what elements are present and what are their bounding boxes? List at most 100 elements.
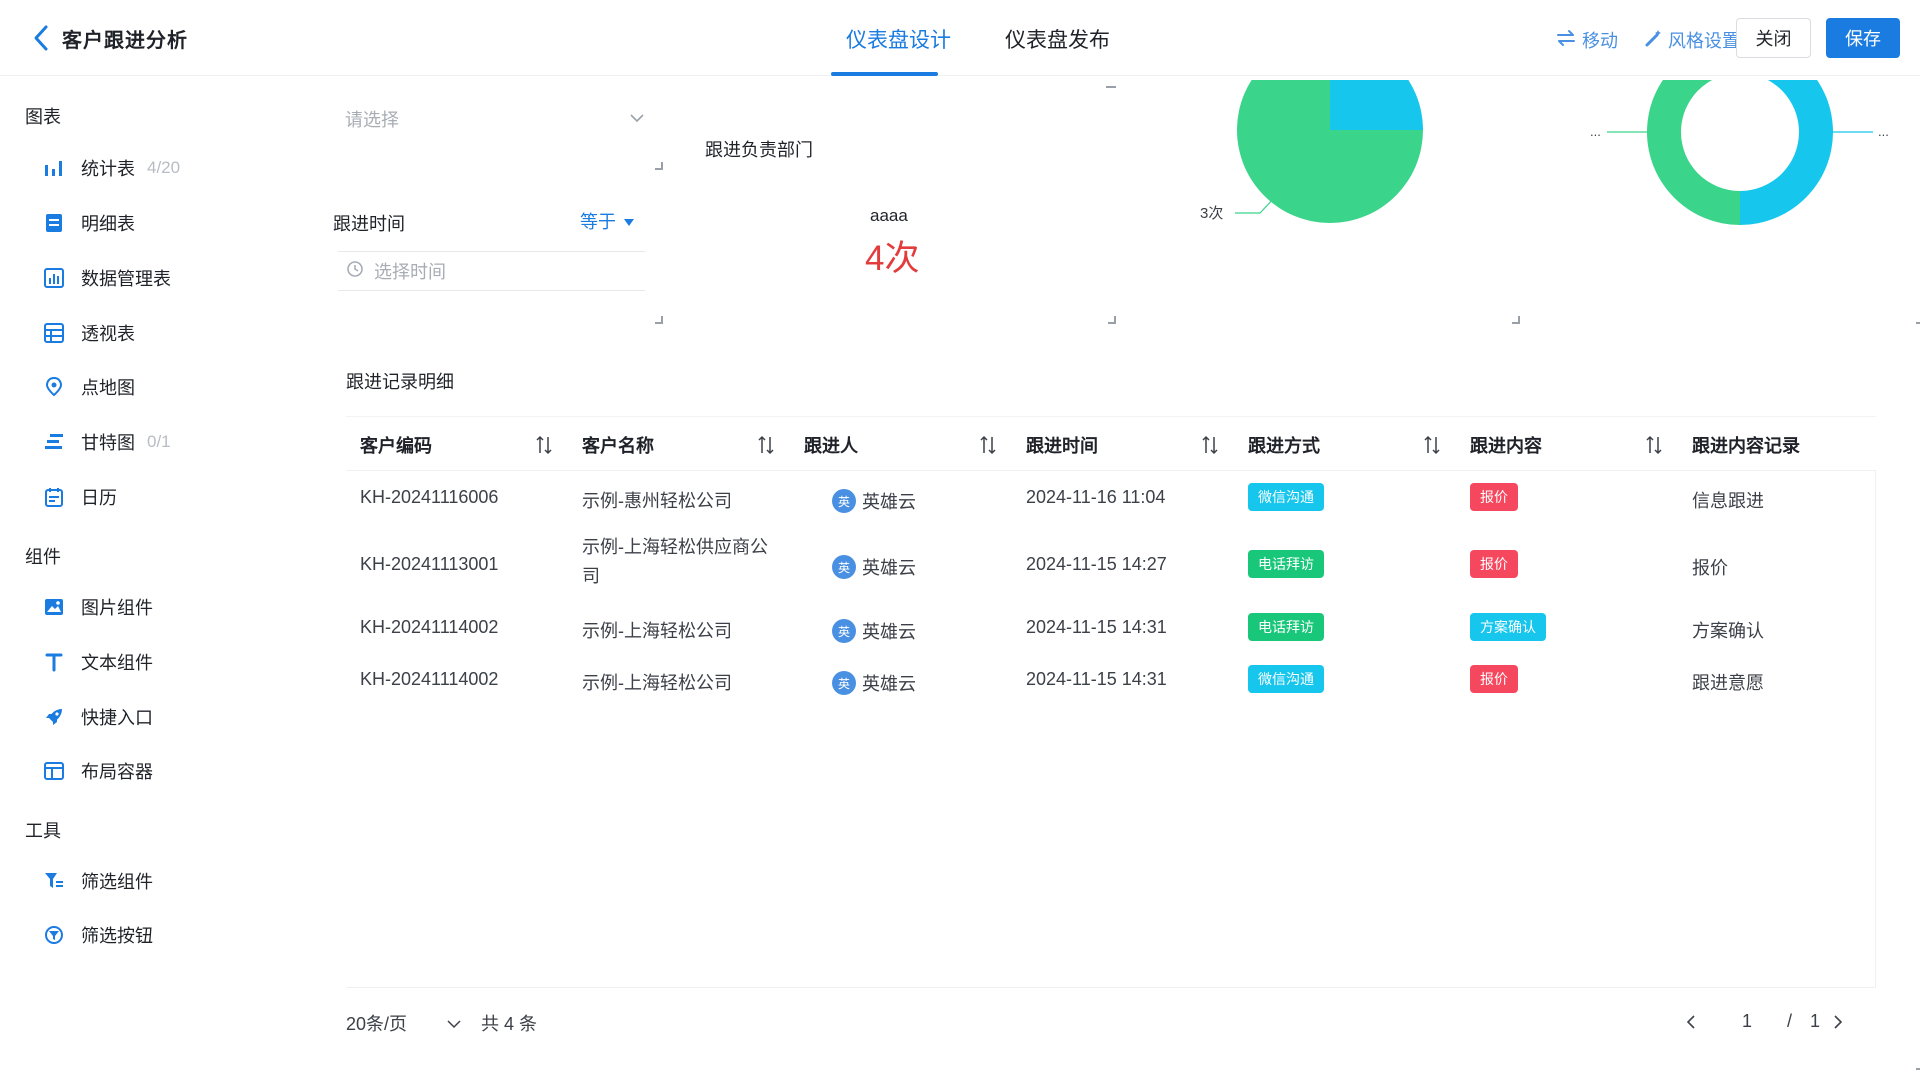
follow-up-person: 英 英雄云 [832, 488, 916, 514]
tab-dashboard-design[interactable]: 仪表盘设计 [846, 24, 951, 54]
person-name: 英雄云 [862, 558, 916, 578]
save-button[interactable]: 保存 [1826, 18, 1900, 58]
person-name: 英雄云 [862, 492, 916, 512]
sort-icon[interactable] [1645, 435, 1663, 455]
method-tag: 电话拜访 [1248, 550, 1324, 578]
method-tag: 电话拜访 [1248, 613, 1324, 641]
donut-segment[interactable] [1740, 80, 1833, 225]
content-tag: 报价 [1470, 665, 1518, 693]
page-title: 客户跟进分析 [62, 30, 188, 52]
sidebar-item-label: 统计表 [81, 159, 135, 179]
follow-up-table: 客户编码 客户名称 跟进人 跟进时间 跟进方式 跟进内容 跟进内容记录 KH-2… [346, 416, 1876, 988]
data-management-icon [44, 268, 64, 288]
sidebar-item-layout-container[interactable]: 布局容器 [44, 756, 153, 786]
sidebar-item-point-map[interactable]: 点地图 [44, 372, 135, 402]
resize-handle[interactable] [1512, 316, 1520, 324]
customer-name: 示例-上海轻松供应商公 司 [582, 533, 772, 591]
content-tag: 报价 [1470, 483, 1518, 511]
sort-icon[interactable] [535, 435, 553, 455]
donut-chart[interactable]: ... ... [1580, 80, 1900, 280]
sidebar-item-gantt[interactable]: 甘特图 0/1 [44, 427, 171, 457]
sidebar-item-data-management[interactable]: 数据管理表 [44, 263, 171, 293]
current-page[interactable]: 1 [1742, 1011, 1752, 1032]
layout-icon [44, 761, 64, 781]
sidebar-item-pivot-table[interactable]: 透视表 [44, 318, 135, 348]
resize-handle[interactable] [1916, 1062, 1920, 1070]
move-button[interactable]: 移动 [1556, 27, 1618, 53]
pie-data-label: 3次 [1200, 205, 1223, 222]
swap-arrows-icon [1556, 29, 1576, 52]
customer-code: KH-20241113001 [360, 554, 499, 574]
close-button[interactable]: 关闭 [1736, 18, 1811, 58]
usage-count: 0/1 [147, 432, 171, 451]
page-separator: / [1787, 1011, 1793, 1031]
sidebar-item-filter-button[interactable]: 筛选按钮 [44, 920, 153, 950]
time-operator-dropdown[interactable]: 等于 [580, 208, 634, 234]
sort-icon[interactable] [979, 435, 997, 455]
table-row[interactable]: KH-20241116006 示例-惠州轻松公司 英 英雄云 2024-11-1… [346, 471, 1876, 527]
person-name: 英雄云 [862, 674, 916, 694]
chevron-down-icon [447, 1013, 461, 1034]
pie-chart[interactable]: 3次 [1180, 80, 1520, 280]
donut-segment[interactable] [1647, 80, 1740, 225]
department-select[interactable]: 请选择 [345, 104, 645, 134]
tab-dashboard-publish[interactable]: 仪表盘发布 [1005, 24, 1110, 54]
table-header: 客户编码 客户名称 跟进人 跟进时间 跟进方式 跟进内容 跟进内容记录 [346, 416, 1876, 471]
date-picker-input[interactable]: 选择时间 [338, 251, 645, 291]
sidebar-item-label: 图片组件 [81, 598, 153, 618]
content-record: 信息跟进 [1692, 491, 1764, 511]
sidebar-item-shortcut[interactable]: 快捷入口 [44, 702, 153, 732]
sidebar-item-label: 透视表 [81, 324, 135, 344]
content-record: 跟进意愿 [1692, 673, 1764, 693]
resize-handle[interactable] [655, 162, 663, 170]
table-row[interactable]: KH-20241114002 示例-上海轻松公司 英 英雄云 2024-11-1… [346, 657, 1876, 713]
table-row[interactable]: KH-20241113001 示例-上海轻松供应商公 司 英 英雄云 2024-… [346, 527, 1876, 601]
image-icon [44, 597, 64, 617]
sidebar-item-calendar[interactable]: 日历 [44, 482, 117, 512]
method-tag: 微信沟通 [1248, 483, 1324, 511]
sort-icon[interactable] [757, 435, 775, 455]
total-count: 共 4 条 [481, 1014, 538, 1034]
column-header: 客户编码 [360, 435, 432, 456]
next-page-icon[interactable] [1833, 1014, 1843, 1035]
table-widget-title: 跟进记录明细 [346, 372, 454, 392]
column-header: 跟进人 [804, 435, 858, 456]
sidebar-item-image[interactable]: 图片组件 [44, 592, 153, 622]
sidebar-item-label: 数据管理表 [81, 269, 171, 289]
sidebar-item-detail-table[interactable]: 明细表 [44, 208, 135, 238]
resize-handle[interactable] [655, 316, 663, 324]
style-settings-button[interactable]: 风格设置 [1644, 27, 1740, 53]
sidebar-item-label: 明细表 [81, 214, 135, 234]
sidebar-item-filter-component[interactable]: 筛选组件 [44, 866, 153, 896]
content-tag: 方案确认 [1470, 613, 1546, 641]
follow-up-person: 英 英雄云 [832, 554, 916, 580]
column-header: 跟进内容 [1470, 435, 1542, 456]
follow-up-time: 2024-11-15 14:27 [1026, 554, 1167, 574]
sidebar-item-text[interactable]: 文本组件 [44, 647, 153, 677]
page-size-select[interactable]: 20条/页 [346, 1010, 461, 1036]
prev-page-icon[interactable] [1686, 1014, 1696, 1035]
sidebar-item-label: 布局容器 [81, 762, 153, 782]
follow-up-time: 2024-11-16 11:04 [1026, 487, 1166, 507]
column-header: 跟进内容记录 [1692, 435, 1800, 456]
drag-handle[interactable] [1106, 86, 1116, 88]
sort-icon[interactable] [1423, 435, 1441, 455]
table-row[interactable]: KH-20241114002 示例-上海轻松公司 英 英雄云 2024-11-1… [346, 601, 1876, 657]
sidebar-item-label: 筛选按钮 [81, 926, 153, 946]
component-sidebar: 图表 统计表 4/20 明细表 数据管理表 透视表 点地图 甘特图 0/1 日历… [0, 77, 294, 1079]
customer-code: KH-20241114002 [360, 617, 499, 637]
customer-name-line: 司 [582, 566, 600, 586]
back-icon[interactable] [30, 24, 54, 52]
avatar: 英 [832, 619, 856, 643]
follow-up-time: 2024-11-15 14:31 [1026, 617, 1167, 637]
section-title-components: 组件 [25, 547, 61, 567]
sort-icon[interactable] [1201, 435, 1219, 455]
sidebar-item-label: 快捷入口 [81, 708, 153, 728]
sidebar-item-stat-table[interactable]: 统计表 4/20 [44, 153, 180, 183]
column-header: 跟进时间 [1026, 435, 1098, 456]
active-tab-indicator [831, 72, 938, 76]
pie-slice[interactable] [1330, 80, 1423, 130]
select-placeholder: 请选择 [345, 110, 399, 130]
resize-handle[interactable] [1108, 316, 1116, 324]
resize-handle[interactable] [1916, 316, 1920, 324]
